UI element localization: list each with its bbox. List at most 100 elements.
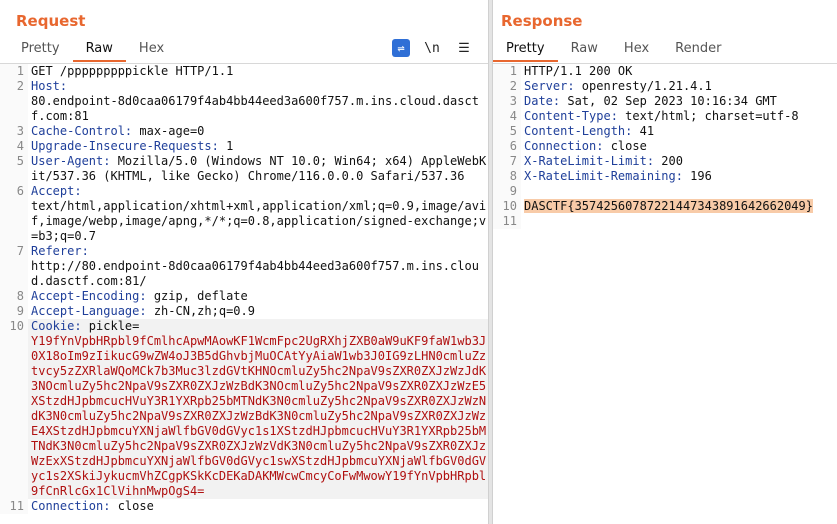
line-number: 3	[493, 94, 521, 109]
cookie-value: Y19fYnVpbHRpbl9fCmlhcApwMAowKF1WcmFpc2Ug…	[31, 334, 487, 498]
line-content: Content-Type: text/html; charset=utf-8	[521, 109, 837, 124]
line-number: 2	[493, 79, 521, 94]
header-value: 41	[632, 124, 655, 138]
header-value: GET /pppppppppickle HTTP/1.1	[31, 64, 234, 78]
line-content: HTTP/1.1 200 OK	[521, 64, 837, 79]
line-number: 10	[0, 319, 28, 499]
header-value: close	[110, 499, 154, 513]
code-line: 8 X-RateLimit-Remaining: 196	[493, 169, 837, 184]
header-name: Connection:	[524, 139, 604, 153]
header-name: Accept-Encoding:	[31, 289, 147, 303]
line-number: 7	[0, 244, 28, 289]
line-content: Host: 80.endpoint-8d0caa06179f4ab4bb44ee…	[28, 79, 488, 124]
line-content: DASCTF{35742560787221447343891642662049}	[521, 199, 837, 214]
code-line: 4 Content-Type: text/html; charset=utf-8	[493, 109, 837, 124]
line-content: Connection: close	[521, 139, 837, 154]
header-name: X-RateLimit-Remaining:	[524, 169, 683, 183]
code-line: 2 Server: openresty/1.21.4.1	[493, 79, 837, 94]
code-line: 6 Connection: close	[493, 139, 837, 154]
header-value: close	[603, 139, 647, 153]
header-name: X-RateLimit-Limit:	[524, 154, 655, 168]
code-line: 2 Host: 80.endpoint-8d0caa06179f4ab4bb44e…	[0, 79, 488, 124]
line-content: ​	[521, 214, 837, 229]
wrap-lines-icon[interactable]: ⇌	[392, 39, 410, 57]
line-content: Server: openresty/1.21.4.1	[521, 79, 837, 94]
response-editor[interactable]: 1 HTTP/1.1 200 OK 2 Server: openresty/1.21.…	[493, 63, 837, 524]
code-line: 3 Cache-Control: max-age=0	[0, 124, 488, 139]
header-name: Date:	[524, 94, 561, 108]
line-number: 1	[493, 64, 521, 79]
line-content: Date: Sat, 02 Sep 2023 10:16:34 GMT	[521, 94, 837, 109]
line-number: 9	[0, 304, 28, 319]
header-name: Content-Length:	[524, 124, 633, 138]
header-value: 200	[654, 154, 683, 168]
header-value: text/html; charset=utf-8	[617, 109, 799, 123]
tab-raw[interactable]: Raw	[558, 38, 611, 62]
line-content: X-RateLimit-Limit: 200	[521, 154, 837, 169]
code-line: 7 X-RateLimit-Limit: 200	[493, 154, 837, 169]
header-name: Accept-Language:	[31, 304, 147, 318]
line-content: Connection: close	[28, 499, 488, 514]
code-line: 9 Accept-Language: zh-CN,zh;q=0.9	[0, 304, 488, 319]
line-number: 11	[493, 214, 521, 229]
header-value: 80.endpoint-8d0caa06179f4ab4bb44eed3a600…	[31, 94, 479, 123]
header-value: zh-CN,zh;q=0.9	[146, 304, 255, 318]
header-value: text/html,application/xhtml+xml,applicat…	[31, 199, 487, 243]
code-line: 7 Referer: http://80.endpoint-8d0caa06179…	[0, 244, 488, 289]
line-content: Content-Length: 41	[521, 124, 837, 139]
line-content: Accept-Language: zh-CN,zh;q=0.9	[28, 304, 488, 319]
line-number: 1	[0, 64, 28, 79]
line-content: Upgrade-Insecure-Requests: 1	[28, 139, 488, 154]
line-number: 6	[493, 139, 521, 154]
line-number: 3	[0, 124, 28, 139]
flag-text: DASCTF{35742560787221447343891642662049}	[524, 199, 813, 213]
tab-hex[interactable]: Hex	[611, 38, 662, 62]
request-tabs: Pretty Raw Hex	[8, 38, 177, 62]
code-line: 10 Cookie: pickle= Y19fYnVpbHRpbl9fCmlhcA…	[0, 319, 488, 499]
header-value: http://80.endpoint-8d0caa06179f4ab4bb44e…	[31, 259, 479, 288]
response-tabs: Pretty Raw Hex Render	[493, 38, 734, 62]
header-value: Sat, 02 Sep 2023 10:16:34 GMT	[560, 94, 777, 108]
code-line: 1 HTTP/1.1 200 OK	[493, 64, 837, 79]
response-pane: Response Pretty Raw Hex Render 1 HTTP/1.1…	[493, 0, 837, 524]
line-content: X-RateLimit-Remaining: 196	[521, 169, 837, 184]
header-value: gzip, deflate	[146, 289, 248, 303]
header-name: Connection:	[31, 499, 111, 513]
line-number: 8	[0, 289, 28, 304]
code-line: 10 DASCTF{3574256078722144734389164266204…	[493, 199, 837, 214]
tab-pretty[interactable]: Pretty	[493, 38, 558, 62]
header-name: Referer:	[31, 244, 89, 258]
header-name: Accept:	[31, 184, 82, 198]
header-value: max-age=0	[132, 124, 205, 138]
line-content: User-Agent: Mozilla/5.0 (Windows NT 10.0…	[28, 154, 488, 184]
header-name: Cookie:	[31, 319, 82, 333]
line-number: 4	[493, 109, 521, 124]
code-line: 9​	[493, 184, 837, 199]
tab-render[interactable]: Render	[662, 38, 734, 62]
tab-raw[interactable]: Raw	[72, 38, 126, 62]
header-value: 1	[218, 139, 234, 153]
line-content: GET /pppppppppickle HTTP/1.1	[28, 64, 488, 79]
code-line: 5 User-Agent: Mozilla/5.0 (Windows NT 10.…	[0, 154, 488, 184]
line-content: Accept: text/html,application/xhtml+xml,…	[28, 184, 488, 244]
code-line: 5 Content-Length: 41	[493, 124, 837, 139]
code-line: 4 Upgrade-Insecure-Requests: 1	[0, 139, 488, 154]
header-name: Host:	[31, 79, 68, 93]
request-pane: Request Pretty Raw Hex ⇌ \n ☰ 1 GET /pppp…	[0, 0, 488, 524]
code-line: 8 Accept-Encoding: gzip, deflate	[0, 289, 488, 304]
code-line: 11​	[493, 214, 837, 229]
request-title: Request	[16, 12, 86, 30]
code-line: 11 Connection: close	[0, 499, 488, 514]
response-title: Response	[501, 12, 583, 30]
newline-toggle-icon[interactable]: \n	[422, 38, 442, 58]
tab-hex[interactable]: Hex	[126, 38, 177, 62]
header-name: User-Agent:	[31, 154, 111, 168]
header-name: Upgrade-Insecure-Requests:	[31, 139, 219, 153]
menu-icon[interactable]: ☰	[454, 38, 474, 58]
line-number: 2	[0, 79, 28, 124]
line-number: 6	[0, 184, 28, 244]
request-editor[interactable]: 1 GET /pppppppppickle HTTP/1.1 2 Host: 80.e…	[0, 63, 488, 524]
line-number: 7	[493, 154, 521, 169]
line-content: Cache-Control: max-age=0	[28, 124, 488, 139]
tab-pretty[interactable]: Pretty	[8, 38, 73, 62]
